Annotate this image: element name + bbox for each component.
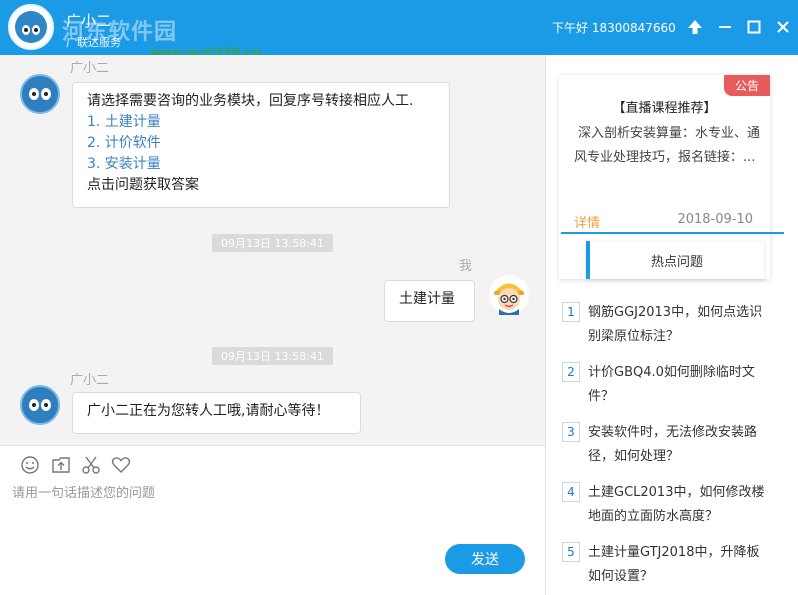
- notice-title: 【直播课程推荐】: [612, 101, 717, 116]
- message-timestamp: 09月13日 13:58:41: [212, 347, 333, 365]
- service-avatar: [8, 4, 54, 50]
- notice-badge: 公告: [723, 75, 770, 96]
- sender-name-me: 我: [459, 259, 473, 274]
- sender-name: 广小二: [70, 61, 110, 76]
- question-text[interactable]: 土建GCL2013中，如何修改楼地面的立面防水高度？: [588, 481, 768, 529]
- user-avatar: [489, 275, 529, 315]
- question-number: 4: [562, 482, 580, 502]
- user-message-bubble: 土建计量: [384, 280, 475, 322]
- question-number: 1: [562, 302, 580, 322]
- bot-avatar: [20, 385, 60, 425]
- question-text[interactable]: 计价GBQ4.0如何删除临时文件？: [588, 361, 768, 409]
- title-bar: 河东软件园 广小二 广联达服务 www.pc0359.cn 下午好 183008…: [0, 0, 798, 61]
- window-subtitle: 广联达服务: [66, 36, 121, 49]
- favorite-button[interactable]: [111, 455, 131, 475]
- pin-top-button[interactable]: [684, 16, 706, 38]
- question-number: 3: [562, 422, 580, 442]
- separator-line: [561, 232, 784, 234]
- bot-message-bubble: 广小二正在为您转人工哦,请耐心等待！: [72, 392, 361, 434]
- chat-history[interactable]: 广小二 请选择需要咨询的业务模块，回复序号转接相应人工. 1. 土建计量 2. …: [0, 55, 545, 445]
- message-outro: 点击问题获取答案: [87, 177, 199, 193]
- maximize-button[interactable]: [743, 16, 765, 38]
- message-intro: 请选择需要咨询的业务模块，回复序号转接相应人工.: [87, 93, 414, 109]
- emoji-button[interactable]: [20, 455, 40, 475]
- question-text[interactable]: 钢筋GGJ2013中，如何点选识别梁原位标注？: [588, 301, 768, 349]
- send-button[interactable]: 发送: [445, 544, 525, 574]
- question-text[interactable]: 安装软件时，无法修改安装路径，如何处理？: [588, 421, 768, 469]
- sender-name: 广小二: [70, 373, 110, 388]
- option-link-2[interactable]: 2. 计价软件: [87, 133, 435, 154]
- notice-detail-link[interactable]: 详情: [574, 212, 600, 231]
- question-number: 2: [562, 362, 580, 382]
- message-timestamp: 09月13日 13:58:41: [212, 234, 333, 252]
- bot-avatar: [20, 74, 60, 114]
- window-title: 广小二: [66, 12, 112, 30]
- screenshot-button[interactable]: [81, 455, 101, 475]
- minimize-button[interactable]: [714, 16, 736, 38]
- notice-body: 深入剖析安装算量：水专业、通风专业处理技巧，报名链接：...: [574, 126, 761, 165]
- question-number: 5: [562, 542, 580, 562]
- option-link-3[interactable]: 3. 安装计量: [87, 154, 435, 175]
- maximize-icon: [747, 20, 761, 34]
- upload-file-button[interactable]: [51, 455, 71, 475]
- message-input[interactable]: [12, 482, 532, 542]
- notice-date: 2018-09-10: [677, 212, 753, 227]
- tab-hot-questions[interactable]: 热点问题: [586, 241, 764, 279]
- heart-icon: [111, 457, 131, 473]
- close-icon: [777, 21, 789, 33]
- arrow-up-icon: [688, 20, 702, 34]
- scissors-icon: [82, 456, 100, 474]
- smile-icon: [21, 456, 39, 474]
- info-panel: 公告 【直播课程推荐】 深入剖析安装算量：水专业、通风专业处理技巧，报名链接：.…: [546, 55, 798, 595]
- upload-icon: [52, 457, 70, 473]
- question-text[interactable]: 土建计量GTJ2018中，升降板如何设置？: [588, 541, 768, 589]
- minimize-icon: [719, 26, 731, 28]
- close-button[interactable]: [772, 16, 794, 38]
- option-link-1[interactable]: 1. 土建计量: [87, 112, 435, 133]
- bot-message-bubble: 请选择需要咨询的业务模块，回复序号转接相应人工. 1. 土建计量 2. 计价软件…: [72, 82, 450, 208]
- composer: 发送: [0, 445, 545, 595]
- greeting-status: 下午好 18300847660: [552, 21, 676, 35]
